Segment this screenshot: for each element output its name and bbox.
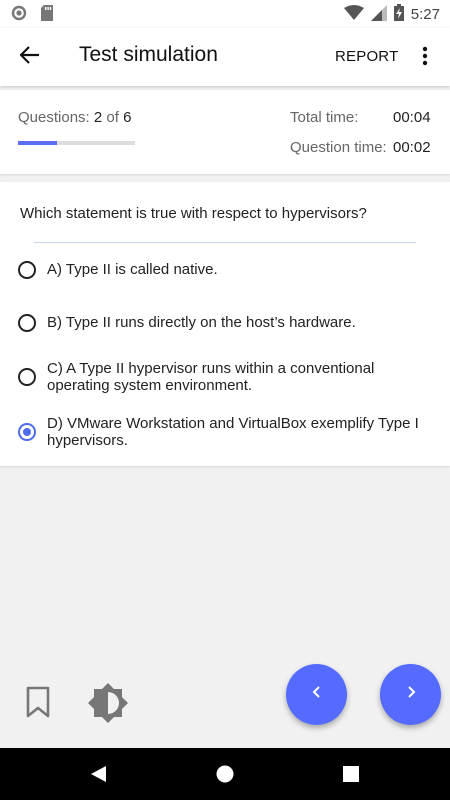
next-question-button[interactable] [380,664,441,725]
questions-label: Questions: [18,109,90,126]
question-time-value: 00:02 [393,139,431,156]
status-bar: 5:27 [0,0,450,28]
battery-charging-icon [393,4,404,25]
nav-home-icon[interactable] [216,765,234,788]
question-time-label: Question time: [290,139,387,156]
brightness-button[interactable] [86,681,130,725]
question-card: Which statement is true with respect to … [0,182,450,466]
brightness-icon [86,683,130,729]
option-b[interactable]: B) Type II runs directly on the host’s h… [18,314,438,332]
previous-question-button[interactable] [286,664,347,725]
option-label-c: C) A Type II hypervisor runs within a co… [47,360,375,394]
total-questions-number: 6 [123,109,132,126]
radio-button-d[interactable] [18,423,36,441]
total-time-label: Total time: [290,109,359,126]
app-bar: Test simulation REPORT [0,28,450,86]
option-label-b: B) Type II runs directly on the host’s h… [47,314,356,331]
current-question-number: 2 [93,109,103,126]
nav-recents-icon[interactable] [343,766,359,787]
stats-card: Questions: 2 of 6 Total time: 00:04 Ques… [0,90,450,174]
bookmark-button[interactable] [24,686,52,718]
option-a[interactable]: A) Type II is called native. [18,261,438,279]
more-options-button[interactable] [412,44,438,72]
question-text: Which statement is true with respect to … [20,205,367,222]
report-button[interactable]: REPORT [335,48,398,65]
status-time: 5:27 [410,6,440,23]
progress-bar [18,141,135,145]
system-navigation-bar [0,748,450,800]
bookmark-icon [24,686,52,722]
option-d[interactable]: D) VMware Workstation and VirtualBox exe… [18,415,438,449]
sd-card-icon [41,5,53,26]
total-time-value: 00:04 [393,109,431,126]
divider [34,242,416,243]
next-arrow-icon [405,684,417,705]
of-label: of [106,109,119,126]
circle-notification-icon [11,5,27,26]
more-vert-icon [422,46,428,71]
option-label-a: A) Type II is called native. [47,261,218,278]
back-button[interactable] [14,42,46,72]
radio-button-a[interactable] [18,261,36,279]
radio-button-c[interactable] [18,368,36,386]
signal-icon [370,4,387,25]
option-label-d: D) VMware Workstation and VirtualBox exe… [47,415,419,449]
progress-fill [18,141,57,145]
question-counter: Questions: 2 of 6 [18,109,131,126]
option-c[interactable]: C) A Type II hypervisor runs within a co… [18,360,438,394]
prev-arrow-icon [311,684,323,705]
page-title: Test simulation [79,43,218,66]
back-arrow-icon [19,45,40,69]
wifi-icon [343,4,364,25]
nav-back-icon[interactable] [89,765,107,788]
radio-button-b[interactable] [18,314,36,332]
